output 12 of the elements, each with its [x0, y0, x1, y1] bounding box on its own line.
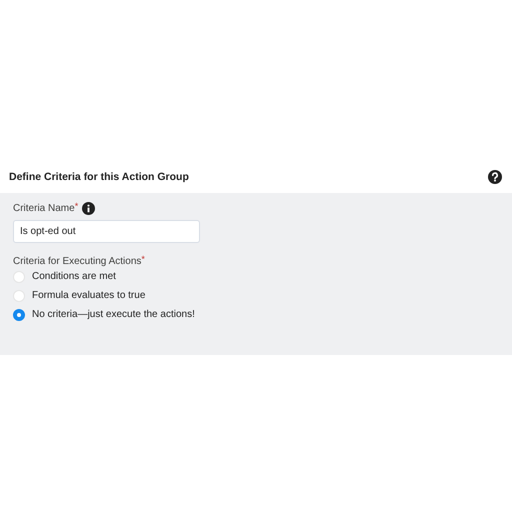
- field-label: Criteria for Executing Actions: [13, 256, 142, 267]
- radio-button[interactable]: [13, 308, 25, 320]
- info-icon[interactable]: [82, 202, 96, 215]
- criteria-name-field[interactable]: Is opt-ed out: [13, 220, 200, 243]
- help-icon[interactable]: [488, 170, 502, 184]
- option-label: No criteria—just execute the actions!: [32, 309, 195, 320]
- field-label: Criteria Name: [13, 203, 75, 214]
- option-label: Formula evaluates to true: [32, 290, 146, 301]
- section-title: Define Criteria for this Action Group: [9, 170, 189, 182]
- required-mark: *: [141, 254, 145, 264]
- required-mark: *: [74, 200, 78, 210]
- option-label: Conditions are met: [32, 271, 116, 282]
